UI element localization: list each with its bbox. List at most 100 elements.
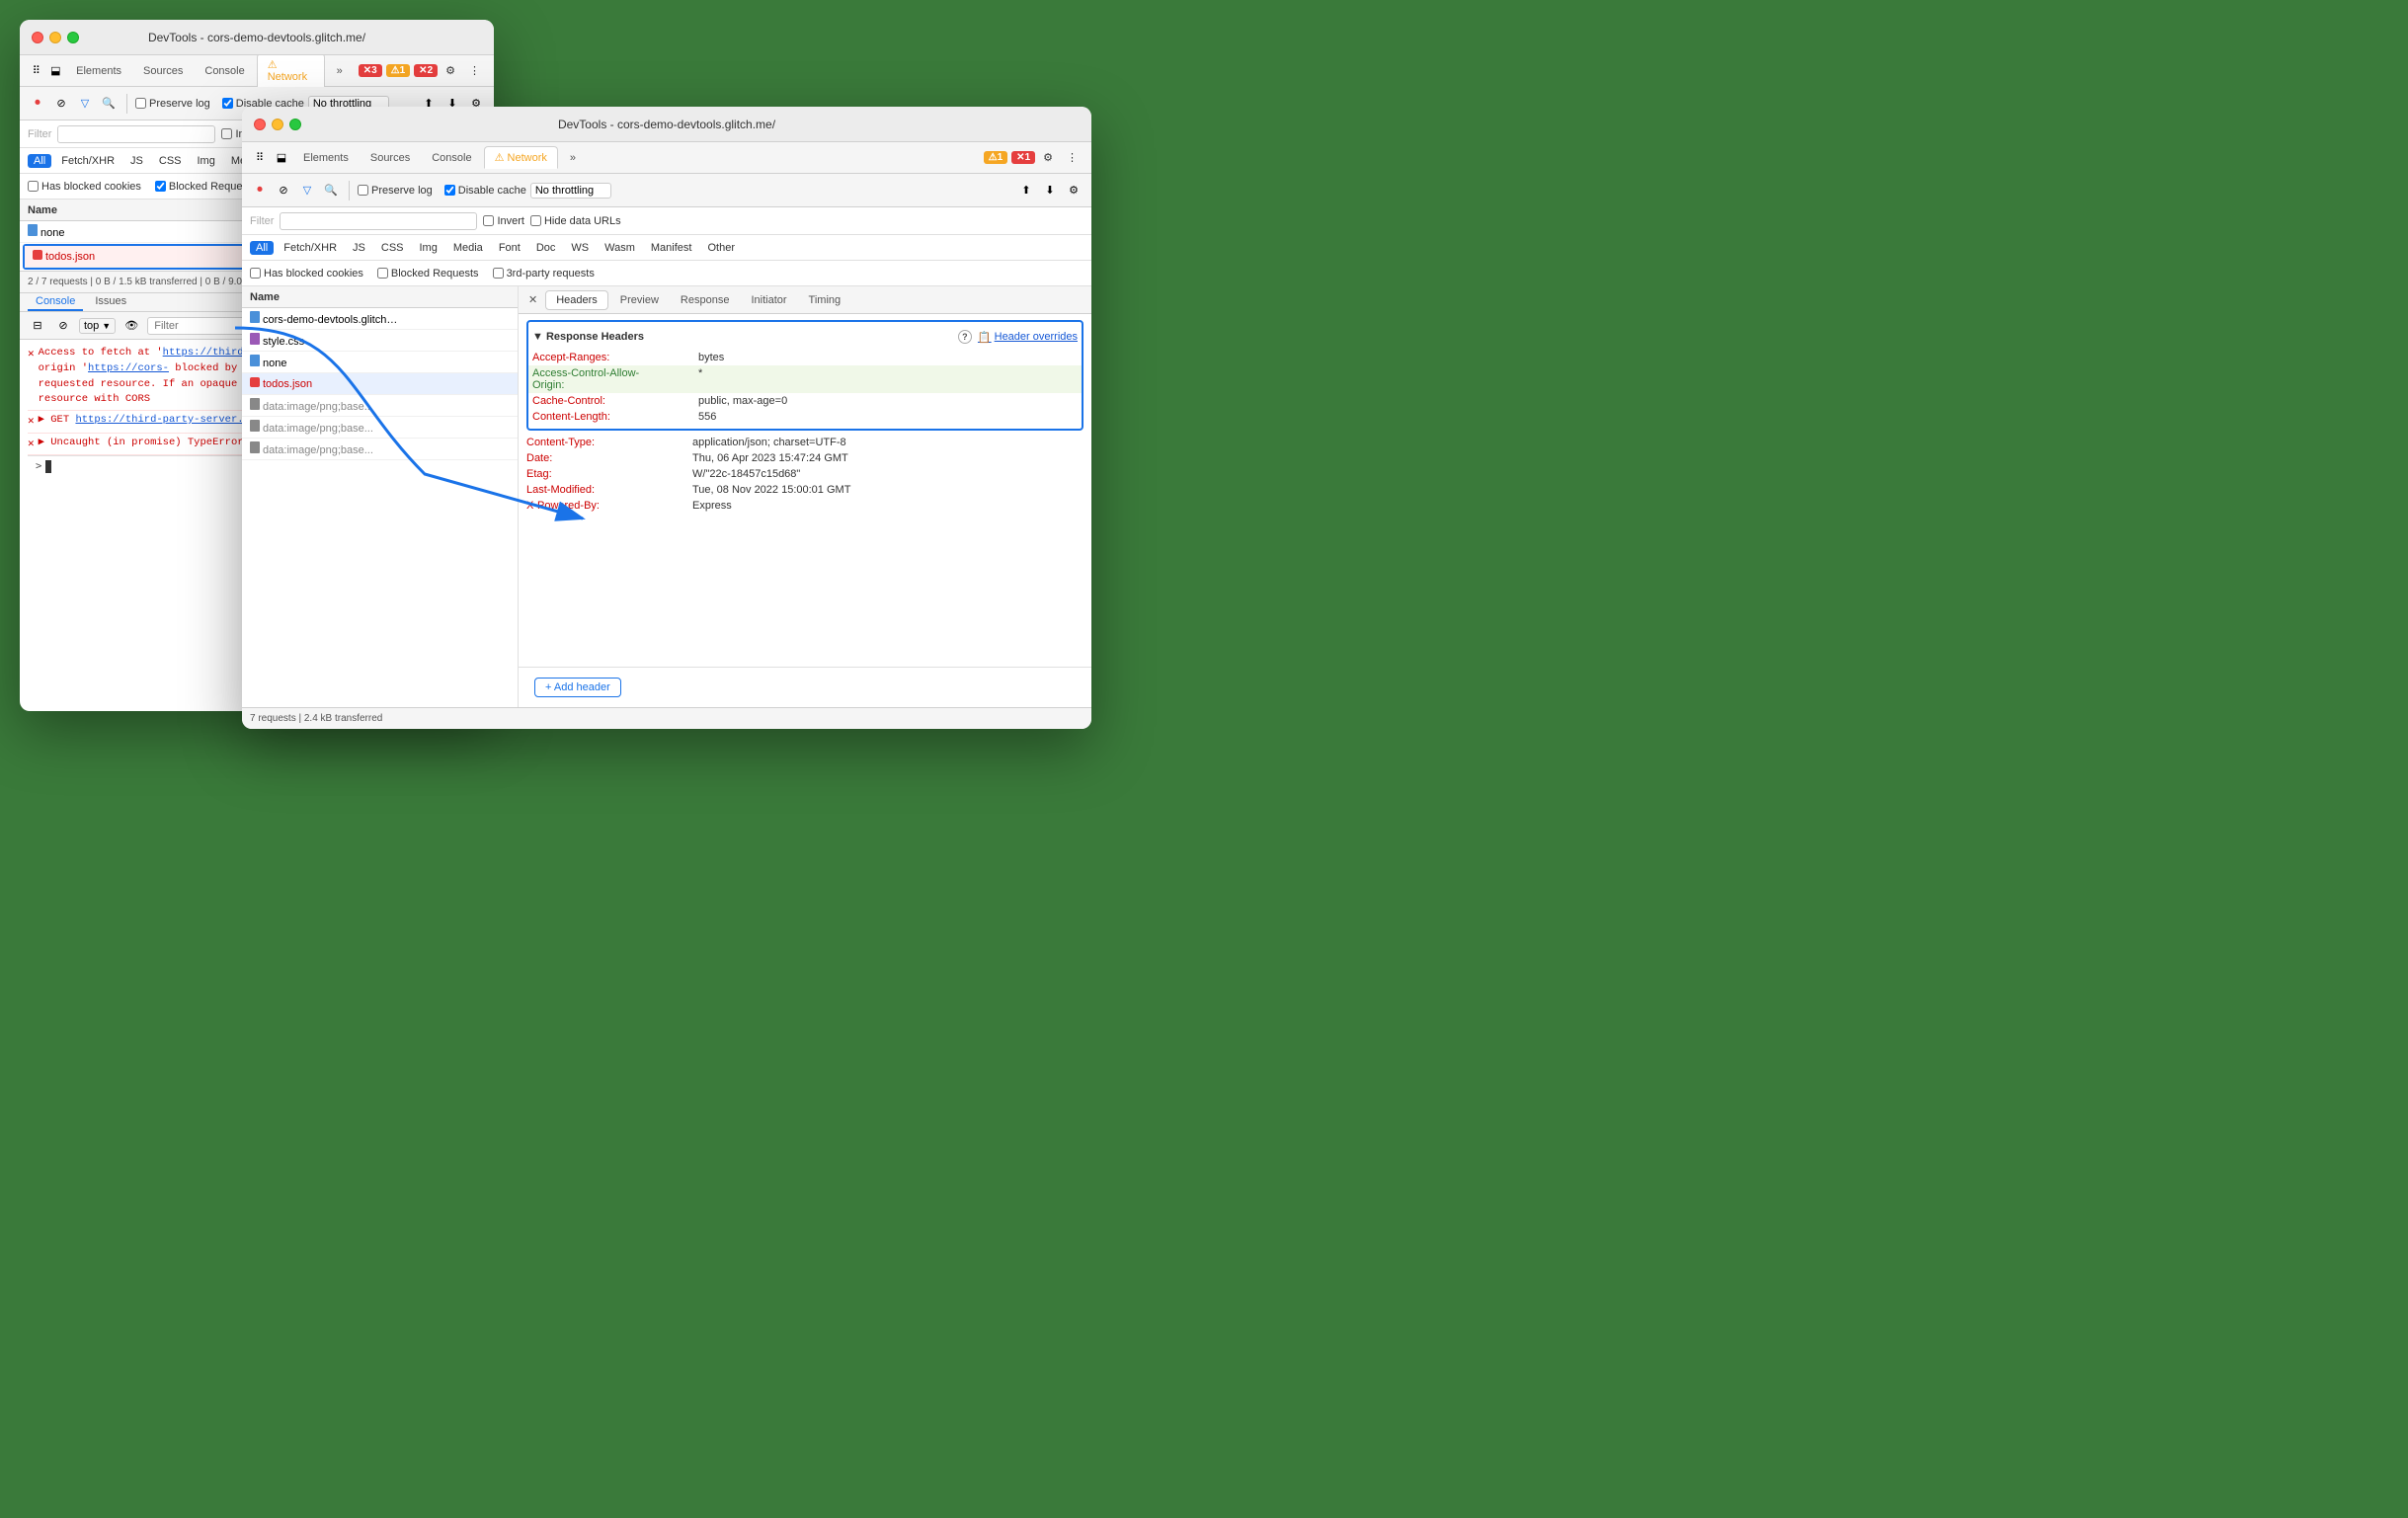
type-js-back[interactable]: JS bbox=[124, 154, 149, 168]
tab-more-back[interactable]: » bbox=[327, 61, 353, 81]
type-fetch-back[interactable]: Fetch/XHR bbox=[55, 154, 120, 168]
type-css-front[interactable]: CSS bbox=[375, 241, 410, 255]
add-header-button[interactable]: + Add header bbox=[534, 678, 621, 697]
type-media-front[interactable]: Media bbox=[447, 241, 489, 255]
tab-issues-section[interactable]: Issues bbox=[87, 293, 134, 311]
clear-console-icon[interactable]: ⊘ bbox=[53, 316, 73, 336]
search-icon-back[interactable]: 🔍 bbox=[99, 94, 119, 114]
table-row-todos[interactable]: todos.json bbox=[242, 373, 518, 395]
blocked-cookies-front[interactable]: Has blocked cookies bbox=[250, 268, 363, 280]
type-font-front[interactable]: Font bbox=[493, 241, 526, 255]
devtools-dock-icon-front[interactable]: ⬓ bbox=[272, 148, 291, 168]
type-doc-front[interactable]: Doc bbox=[530, 241, 562, 255]
tab-preview-front[interactable]: Preview bbox=[610, 291, 669, 309]
type-img-front[interactable]: Img bbox=[414, 241, 443, 255]
blocked-cookies-check-front[interactable] bbox=[250, 268, 261, 279]
tab-network-front[interactable]: ⚠ Network bbox=[484, 146, 558, 169]
upload-icon-front[interactable]: ⬆ bbox=[1016, 181, 1036, 200]
clear-back[interactable]: ⊘ bbox=[51, 94, 71, 114]
tab-sources-back[interactable]: Sources bbox=[133, 61, 193, 81]
table-row[interactable]: data:image/png;base... bbox=[242, 417, 518, 439]
preserve-log-label-front[interactable]: Preserve log bbox=[358, 185, 433, 197]
stop-record-back[interactable]: ⏺ bbox=[28, 94, 47, 114]
help-icon-rh[interactable]: ? bbox=[958, 330, 972, 344]
type-manifest-front[interactable]: Manifest bbox=[645, 241, 698, 255]
type-wasm-front[interactable]: Wasm bbox=[599, 241, 641, 255]
devtools-dock-icon[interactable]: ⬓ bbox=[47, 61, 65, 81]
type-css-back[interactable]: CSS bbox=[153, 154, 188, 168]
tab-elements-back[interactable]: Elements bbox=[66, 61, 131, 81]
table-row[interactable]: cors-demo-devtools.glitch.me... bbox=[242, 308, 518, 330]
filter-icon-back[interactable]: ▽ bbox=[75, 94, 95, 114]
tab-elements-front[interactable]: Elements bbox=[293, 148, 359, 168]
tab-headers-front[interactable]: Headers bbox=[545, 290, 608, 310]
preserve-log-check-back[interactable] bbox=[135, 98, 146, 109]
type-all-front[interactable]: All bbox=[250, 241, 274, 255]
minimize-button-front[interactable] bbox=[272, 119, 283, 130]
type-all-back[interactable]: All bbox=[28, 154, 51, 168]
tab-console-section[interactable]: Console bbox=[28, 293, 83, 311]
cors-link-2[interactable]: https://cors- bbox=[88, 362, 169, 374]
blocked-req-check-front[interactable] bbox=[377, 268, 388, 279]
type-other-front[interactable]: Other bbox=[701, 241, 741, 255]
type-js-front[interactable]: JS bbox=[347, 241, 371, 255]
tab-more-front[interactable]: » bbox=[560, 148, 586, 168]
gear-icon-front[interactable]: ⚙ bbox=[1037, 149, 1059, 166]
blocked-cookies-back[interactable]: Has blocked cookies bbox=[28, 181, 141, 193]
gear-icon-back[interactable]: ⚙ bbox=[440, 62, 461, 79]
invert-label-front[interactable]: Invert bbox=[483, 215, 524, 227]
console-filter-input[interactable] bbox=[147, 317, 246, 335]
disable-cache-check-front[interactable] bbox=[444, 185, 455, 196]
third-party-front[interactable]: 3rd-party requests bbox=[493, 268, 595, 280]
close-button-front[interactable] bbox=[254, 119, 266, 130]
blocked-requests-front[interactable]: Blocked Requests bbox=[377, 268, 479, 280]
close-button-back[interactable] bbox=[32, 32, 43, 43]
tab-response-front[interactable]: Response bbox=[671, 291, 740, 309]
tab-console-front[interactable]: Console bbox=[422, 148, 481, 168]
throttle-select-front[interactable]: No throttling bbox=[530, 183, 611, 199]
type-fetch-front[interactable]: Fetch/XHR bbox=[278, 241, 343, 255]
table-row[interactable]: data:image/png;base... bbox=[242, 395, 518, 417]
search-icon-front[interactable]: 🔍 bbox=[321, 181, 341, 200]
tab-network-back[interactable]: ⚠ Network bbox=[257, 53, 325, 88]
hide-data-urls-label-front[interactable]: Hide data URLs bbox=[530, 215, 621, 227]
clear-front[interactable]: ⊘ bbox=[274, 181, 293, 200]
gear2-icon-front[interactable]: ⚙ bbox=[1064, 181, 1084, 200]
table-row[interactable]: style.css bbox=[242, 330, 518, 352]
top-selector[interactable]: top ▼ bbox=[79, 318, 116, 334]
third-party-check-front[interactable] bbox=[493, 268, 504, 279]
preserve-log-label-back[interactable]: Preserve log bbox=[135, 98, 210, 110]
filter-icon-front[interactable]: ▽ bbox=[297, 181, 317, 200]
hide-data-check-front[interactable] bbox=[530, 215, 541, 226]
sidebar-toggle-icon[interactable]: ⊟ bbox=[28, 316, 47, 336]
tab-console-back[interactable]: Console bbox=[195, 61, 254, 81]
devtools-inspect-icon[interactable]: ⠿ bbox=[28, 61, 45, 81]
disable-cache-check-back[interactable] bbox=[222, 98, 233, 109]
more-icon-front[interactable]: ⋮ bbox=[1061, 149, 1084, 166]
more-icon-back[interactable]: ⋮ bbox=[463, 62, 486, 79]
stop-record-front[interactable]: ⏺ bbox=[250, 181, 270, 200]
table-row[interactable]: none bbox=[242, 352, 518, 373]
type-img-back[interactable]: Img bbox=[192, 154, 221, 168]
tab-sources-front[interactable]: Sources bbox=[361, 148, 420, 168]
devtools-inspect-icon-front[interactable]: ⠿ bbox=[250, 148, 270, 168]
blocked-req-check-back[interactable] bbox=[155, 181, 166, 192]
maximize-button-back[interactable] bbox=[67, 32, 79, 43]
preserve-log-check-front[interactable] bbox=[358, 185, 368, 196]
disable-cache-label-front[interactable]: Disable cache bbox=[444, 185, 526, 197]
eye-icon[interactable]: 👁 bbox=[121, 316, 141, 336]
tab-initiator-front[interactable]: Initiator bbox=[741, 291, 796, 309]
invert-check-front[interactable] bbox=[483, 215, 494, 226]
table-row[interactable]: data:image/png;base... bbox=[242, 439, 518, 460]
maximize-button-front[interactable] bbox=[289, 119, 301, 130]
filter-input-back[interactable] bbox=[57, 125, 215, 143]
download-icon-front[interactable]: ⬇ bbox=[1040, 181, 1060, 200]
invert-check-back[interactable] bbox=[221, 128, 232, 139]
blocked-cookies-check-back[interactable] bbox=[28, 181, 39, 192]
tab-timing-front[interactable]: Timing bbox=[799, 291, 851, 309]
header-overrides-link[interactable]: 📋 Header overrides bbox=[978, 331, 1078, 344]
minimize-button-back[interactable] bbox=[49, 32, 61, 43]
filter-input-front[interactable] bbox=[280, 212, 477, 230]
close-detail-button[interactable]: ✕ bbox=[522, 291, 543, 308]
type-ws-front[interactable]: WS bbox=[565, 241, 595, 255]
